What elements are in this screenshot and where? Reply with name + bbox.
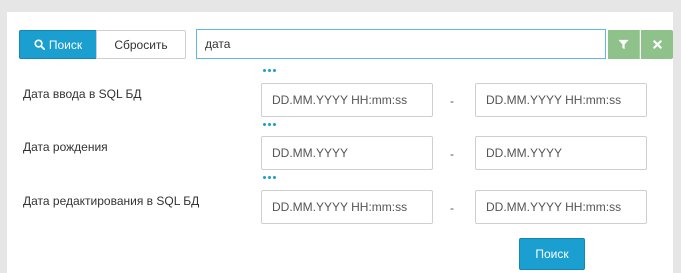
- range-separator: -: [450, 94, 454, 108]
- more-options-icon[interactable]: [263, 123, 277, 127]
- close-icon: [652, 40, 662, 49]
- search-icon: [34, 39, 45, 50]
- more-options-icon[interactable]: [263, 176, 277, 180]
- field-label: Дата рождения: [23, 140, 108, 154]
- submit-search-label: Поиск: [535, 247, 569, 261]
- range-separator: -: [450, 147, 454, 161]
- date-from-input[interactable]: [261, 136, 433, 170]
- date-to-input[interactable]: [475, 136, 647, 170]
- date-to-input[interactable]: [475, 83, 647, 117]
- filter-button[interactable]: [608, 30, 640, 59]
- search-button[interactable]: Поиск: [19, 30, 97, 59]
- more-options-icon[interactable]: [263, 69, 277, 73]
- field-label: Дата редактирования в SQL БД: [23, 194, 200, 208]
- search-input[interactable]: [196, 29, 606, 59]
- date-from-input[interactable]: [261, 190, 433, 224]
- search-button-label: Поиск: [48, 37, 83, 52]
- range-separator: -: [450, 201, 454, 215]
- reset-button-label: Сбросить: [114, 37, 168, 52]
- submit-search-button[interactable]: Поиск: [519, 238, 585, 270]
- date-from-input[interactable]: [261, 83, 433, 117]
- field-label: Дата ввода в SQL БД: [23, 87, 142, 101]
- clear-button[interactable]: [641, 30, 673, 59]
- reset-button[interactable]: Сбросить: [96, 30, 186, 59]
- filter-icon: [618, 39, 629, 50]
- date-to-input[interactable]: [475, 190, 647, 224]
